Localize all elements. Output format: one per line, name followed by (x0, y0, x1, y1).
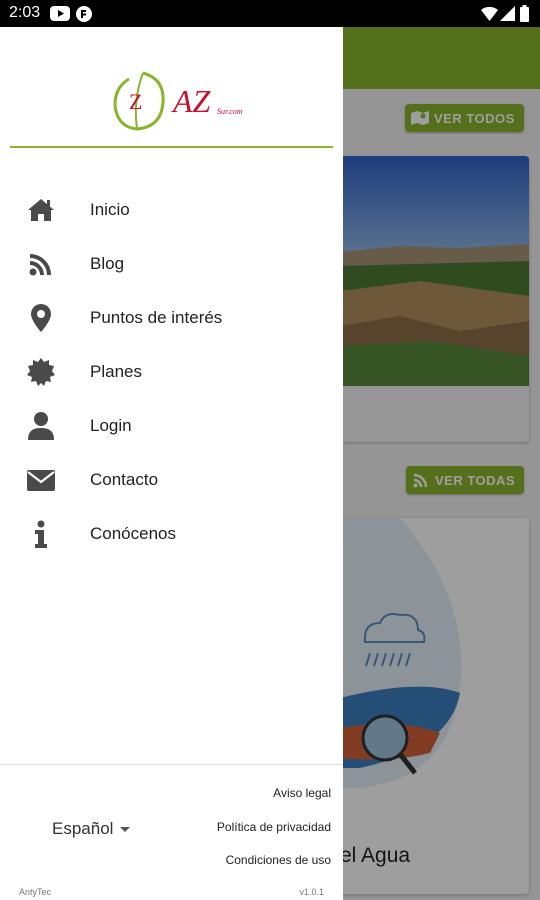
badge-icon (26, 357, 56, 387)
menu-label-inicio: Inicio (90, 200, 130, 219)
app-notification-icon (76, 6, 92, 22)
svg-text:Z: Z (129, 89, 142, 114)
aviso-legal-link[interactable]: Aviso legal (273, 786, 331, 800)
menu-label-conocenos: Conócenos (90, 524, 177, 543)
youtube-icon (50, 6, 70, 21)
menu-item-puntos[interactable]: Puntos de interés (0, 291, 343, 345)
battery-icon (520, 5, 529, 22)
menu-item-blog[interactable]: Blog (0, 237, 343, 291)
status-time: 2:03 (9, 4, 41, 21)
version-text: v1.0.1 (299, 887, 324, 897)
menu-item-login[interactable]: Login (0, 399, 343, 453)
logo-text: AZ (173, 83, 211, 119)
menu-item-contacto[interactable]: Contacto (0, 453, 343, 507)
drawer-menu: Inicio Blog Puntos de interés Planes Log… (0, 183, 343, 561)
politica-privacidad-link[interactable]: Política de privacidad (217, 820, 331, 834)
app-logo: Z AZ Sur.com (103, 69, 253, 133)
language-value: Español (52, 819, 114, 838)
user-icon (26, 411, 56, 441)
menu-label-blog: Blog (90, 254, 125, 273)
status-bar: 2:03 (0, 0, 540, 27)
envelope-icon (26, 465, 56, 495)
info-icon (26, 519, 56, 549)
menu-label-contacto: Contacto (90, 470, 159, 489)
wifi-icon (481, 6, 498, 21)
home-icon (26, 195, 56, 225)
menu-label-planes: Planes (90, 362, 142, 381)
navigation-drawer: Z AZ Sur.com Inicio Blog Puntos de inter… (0, 27, 343, 900)
blog-icon (26, 249, 56, 279)
menu-label-puntos: Puntos de interés (90, 308, 223, 327)
location-pin-icon (26, 303, 56, 333)
caret-down-icon (120, 826, 131, 832)
language-dropdown[interactable]: Español (52, 819, 131, 839)
menu-item-inicio[interactable]: Inicio (0, 183, 343, 237)
logo-divider (10, 146, 333, 148)
menu-item-planes[interactable]: Planes (0, 345, 343, 399)
credit-text: AntyTec (19, 887, 52, 897)
signal-icon (500, 6, 515, 21)
menu-item-conocenos[interactable]: Conócenos (0, 507, 343, 561)
footer-divider (0, 764, 343, 765)
condiciones-uso-link[interactable]: Condiciones de uso (226, 853, 331, 867)
menu-label-login: Login (90, 416, 132, 435)
logo-subtext: Sur.com (217, 107, 243, 116)
